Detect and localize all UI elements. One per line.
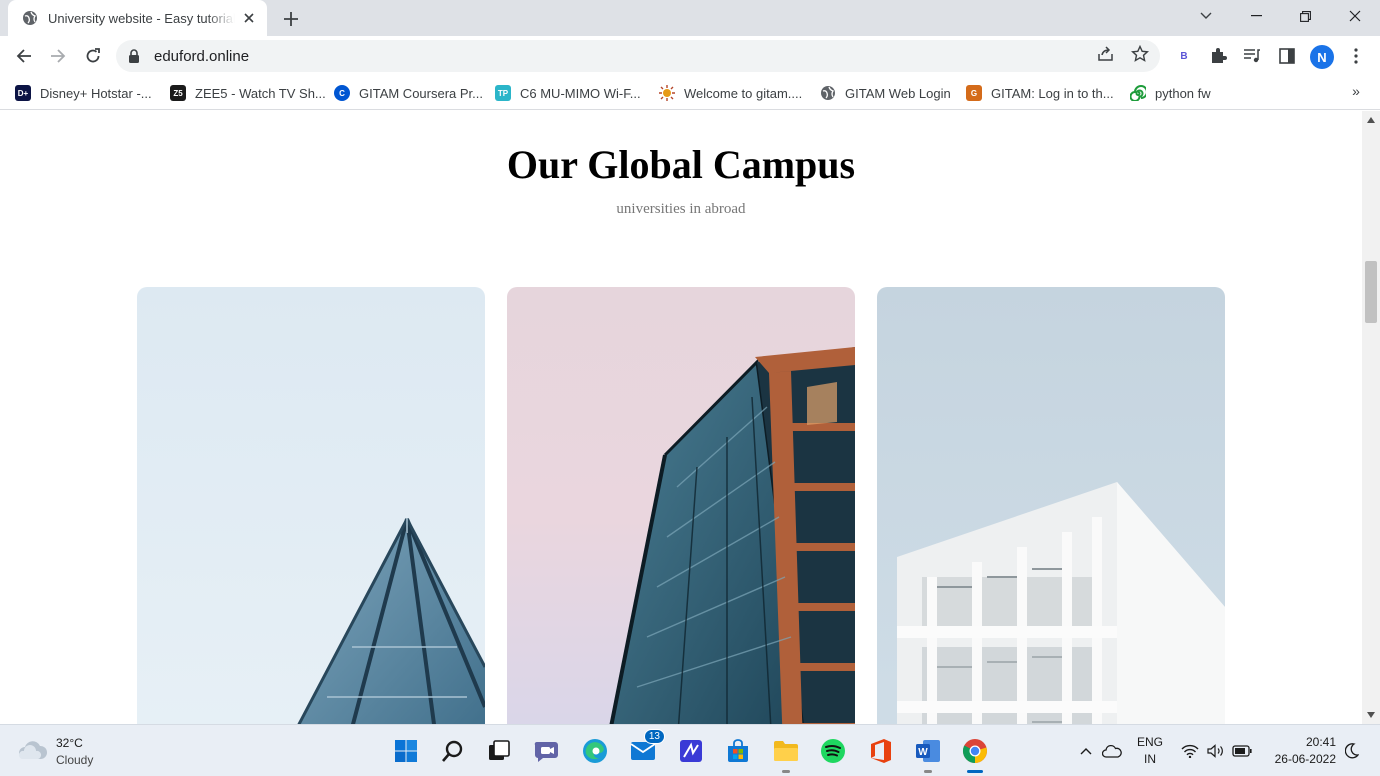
lock-icon[interactable] bbox=[128, 49, 142, 63]
profile-avatar[interactable]: N bbox=[1310, 45, 1334, 69]
weather-temp: 32°C bbox=[56, 736, 83, 750]
vertical-scrollbar[interactable] bbox=[1362, 111, 1380, 724]
chrome-icon[interactable] bbox=[959, 735, 991, 773]
edge-browser-icon[interactable] bbox=[579, 735, 611, 767]
language-code: ENG bbox=[1136, 735, 1163, 749]
tab-search-icon[interactable] bbox=[1183, 0, 1229, 32]
focus-assist-moon-icon[interactable] bbox=[1342, 735, 1362, 767]
extension-b-icon[interactable]: B bbox=[1172, 44, 1196, 68]
globe-icon bbox=[820, 85, 836, 101]
browser-toolbar: eduford.online B N bbox=[0, 36, 1380, 76]
office-icon[interactable] bbox=[865, 735, 897, 767]
spiral-icon bbox=[1130, 85, 1146, 101]
campus-image-white-building bbox=[877, 287, 1225, 724]
campus-card-3[interactable] bbox=[877, 287, 1225, 724]
bookmark-item[interactable]: python fw bbox=[1130, 82, 1211, 104]
hotstar-icon: D+ bbox=[15, 85, 31, 101]
bookmarks-overflow-icon[interactable]: » bbox=[1346, 80, 1366, 102]
bookmark-label: GITAM: Log in to th... bbox=[991, 85, 1114, 101]
browser-tab-active[interactable]: University website - Easy tutorials bbox=[8, 0, 267, 36]
zee5-icon: Z5 bbox=[170, 85, 186, 101]
region-code: IN bbox=[1144, 752, 1156, 766]
page-viewport: Our Global Campus universities in abroad bbox=[0, 111, 1362, 724]
weather-widget[interactable]: 32°C Cloudy bbox=[18, 735, 93, 769]
bookmark-label: python fw bbox=[1155, 85, 1211, 101]
windows-taskbar: 32°C Cloudy 13 W ENG IN 20:41 26-06-2022 bbox=[0, 724, 1380, 776]
bookmark-item[interactable]: C GITAM Coursera Pr... bbox=[334, 82, 483, 104]
wifi-icon[interactable] bbox=[1180, 735, 1200, 767]
mail-badge: 13 bbox=[643, 729, 665, 744]
stylus-app-icon[interactable] bbox=[675, 735, 707, 767]
bookmark-item[interactable]: GITAM Web Login bbox=[820, 82, 951, 104]
scroll-down-icon[interactable] bbox=[1367, 711, 1375, 719]
tab-strip: University website - Easy tutorials bbox=[0, 0, 1380, 36]
cloud-icon bbox=[18, 739, 48, 766]
url-text: eduford.online bbox=[154, 47, 250, 65]
bookmark-item[interactable]: G GITAM: Log in to th... bbox=[966, 82, 1114, 104]
campus-image-glass-pyramid bbox=[137, 287, 485, 724]
share-icon[interactable] bbox=[1094, 42, 1118, 66]
file-explorer-icon[interactable] bbox=[770, 735, 802, 773]
show-hidden-icons-chevron-icon[interactable] bbox=[1078, 735, 1094, 767]
language-indicator[interactable]: ENG IN bbox=[1133, 735, 1167, 767]
campus-card-1[interactable] bbox=[137, 287, 485, 724]
router-icon: TP bbox=[495, 85, 511, 101]
media-control-icon[interactable] bbox=[1240, 44, 1264, 68]
globe-icon bbox=[22, 10, 38, 26]
bookmark-item[interactable]: TP C6 MU-MIMO Wi-F... bbox=[495, 82, 641, 104]
minimize-button[interactable] bbox=[1233, 0, 1279, 32]
search-icon[interactable] bbox=[437, 735, 469, 767]
bookmark-label: GITAM Web Login bbox=[845, 85, 951, 101]
campus-card-2[interactable] bbox=[507, 287, 855, 724]
microsoft-store-icon[interactable] bbox=[722, 735, 754, 767]
close-window-button[interactable] bbox=[1332, 0, 1378, 32]
bookmark-item[interactable]: D+ Disney+ Hotstar -... bbox=[15, 82, 152, 104]
volume-icon[interactable] bbox=[1206, 735, 1226, 767]
side-panel-icon[interactable] bbox=[1275, 44, 1299, 68]
system-clock[interactable]: 20:41 26-06-2022 bbox=[1262, 734, 1336, 768]
bookmark-label: Disney+ Hotstar -... bbox=[40, 85, 152, 101]
address-bar[interactable]: eduford.online bbox=[116, 40, 1160, 72]
bookmark-label: C6 MU-MIMO Wi-F... bbox=[520, 85, 641, 101]
back-button[interactable] bbox=[10, 42, 38, 70]
more-menu-icon[interactable] bbox=[1344, 44, 1368, 68]
battery-icon[interactable] bbox=[1232, 735, 1252, 767]
campus-image-glass-tower bbox=[507, 287, 855, 724]
onedrive-cloud-icon[interactable] bbox=[1102, 735, 1122, 767]
start-button[interactable] bbox=[390, 735, 422, 767]
scrollbar-thumb[interactable] bbox=[1365, 261, 1377, 323]
weather-desc: Cloudy bbox=[56, 753, 94, 767]
svg-text:W: W bbox=[918, 747, 928, 758]
close-tab-icon[interactable] bbox=[241, 10, 257, 26]
clock-date: 26-06-2022 bbox=[1274, 752, 1336, 766]
page-subtitle: universities in abroad bbox=[616, 201, 746, 217]
bookmark-star-icon[interactable] bbox=[1128, 42, 1152, 66]
new-tab-button[interactable] bbox=[280, 8, 302, 30]
reload-button[interactable] bbox=[79, 42, 107, 70]
extensions-puzzle-icon[interactable] bbox=[1206, 44, 1230, 68]
coursera-icon: C bbox=[334, 85, 350, 101]
teams-chat-icon[interactable] bbox=[531, 735, 563, 767]
restore-button[interactable] bbox=[1282, 0, 1328, 32]
gitam-icon: G bbox=[966, 85, 982, 101]
bookmark-item[interactable]: Z5 ZEE5 - Watch TV Sh... bbox=[170, 82, 326, 104]
page-title: Our Global Campus bbox=[506, 142, 856, 187]
forward-button[interactable] bbox=[44, 42, 72, 70]
scroll-up-icon[interactable] bbox=[1367, 116, 1375, 124]
bookmark-label: Welcome to gitam.... bbox=[684, 85, 803, 101]
sun-icon bbox=[659, 85, 675, 101]
bookmark-item[interactable]: Welcome to gitam.... bbox=[659, 82, 802, 104]
tab-title: University website - Easy tutorials bbox=[48, 10, 235, 26]
word-icon[interactable]: W bbox=[912, 735, 944, 773]
mail-icon[interactable]: 13 bbox=[627, 729, 665, 767]
task-view-icon[interactable] bbox=[483, 735, 515, 767]
clock-time: 20:41 bbox=[1305, 735, 1336, 749]
bookmark-label: GITAM Coursera Pr... bbox=[359, 85, 484, 101]
bookmark-label: ZEE5 - Watch TV Sh... bbox=[195, 85, 326, 101]
spotify-icon[interactable] bbox=[817, 735, 849, 767]
bookmarks-bar: D+ Disney+ Hotstar -... Z5 ZEE5 - Watch … bbox=[0, 76, 1380, 110]
